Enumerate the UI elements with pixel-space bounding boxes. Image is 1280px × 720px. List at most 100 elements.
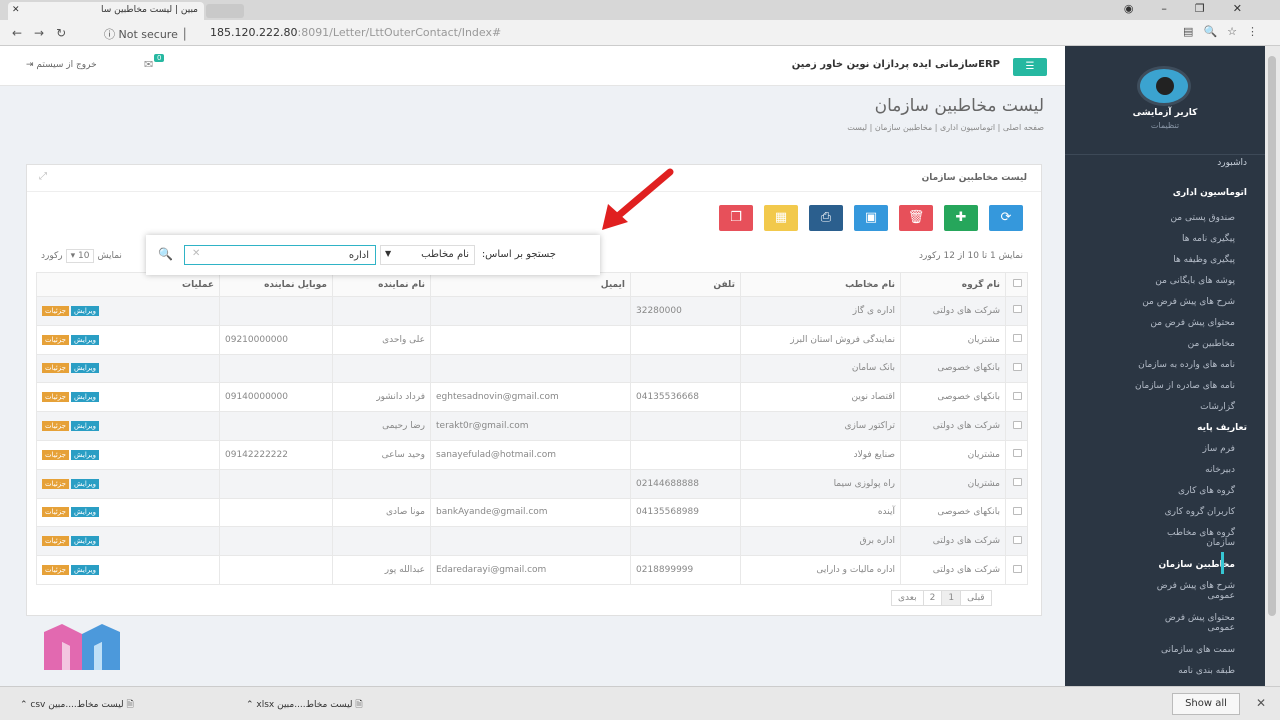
clear-search-icon[interactable]: ✕ (192, 248, 200, 259)
row-checkbox-cell[interactable] (1005, 439, 1028, 470)
sidebar-item-mailbox[interactable]: صندوق پستی من (1170, 213, 1235, 223)
col-rep-mobile[interactable]: موبایل نماینده (219, 272, 333, 297)
edit-button[interactable]: ویرایش (70, 334, 99, 345)
details-button[interactable]: جزئیات (42, 363, 69, 374)
sidebar-item-positions[interactable]: سمت های سازمانی (1161, 645, 1235, 655)
details-button[interactable]: جزئیات (42, 449, 69, 460)
user-avatar[interactable] (1137, 66, 1191, 106)
sidebar-item-default-desc[interactable]: شرح های پیش فرض من (1142, 297, 1235, 307)
sidebar-item-form-builder[interactable]: فرم ساز (1203, 444, 1235, 454)
edit-button[interactable]: ویرایش (70, 392, 99, 403)
sidebar-item-secretariat[interactable]: دبیرخانه (1205, 465, 1235, 475)
security-info[interactable]: ⓘ Not secure │ (104, 26, 188, 42)
sidebar-item-group-users[interactable]: کاربران گروه کاری (1165, 507, 1235, 517)
sidebar-item-public-desc[interactable]: شرح های پیش فرض عمومی (1145, 581, 1235, 601)
edit-button[interactable]: ویرایش (70, 421, 99, 432)
details-button[interactable]: جزئیات (42, 392, 69, 403)
table-row[interactable]: شرکت های دولتی اداره ی گاز 32280000 جزئیات و… (36, 296, 1028, 326)
add-button[interactable]: ✚ (944, 205, 978, 231)
row-checkbox[interactable] (1013, 334, 1022, 343)
table-row[interactable]: بانکهای خصوصی آینده 04135568989 bankAyande@… (36, 497, 1028, 528)
page-length[interactable]: نمایش10 ▾رکورد (41, 249, 122, 263)
copy-button[interactable]: ❐ (719, 205, 753, 231)
scrollbar-thumb[interactable] (1268, 56, 1276, 616)
col-email[interactable]: ایمیل (430, 272, 631, 297)
col-rep-name[interactable]: نام نماینده (332, 272, 431, 297)
col-phone[interactable]: تلفن (630, 272, 741, 297)
page-button-1[interactable]: 1 (941, 590, 962, 606)
table-row[interactable]: مشتریان صنایع فولاد sanayefulad@hotmail.co… (36, 439, 1028, 470)
download-item-csv[interactable]: 🗎 لیست مخاط....مبین csv ⌃ (20, 697, 134, 713)
prev-page-button[interactable]: قبلی (960, 590, 992, 606)
table-row[interactable]: شرکت های دولتی اداره برق جزئیات ویرایش (36, 526, 1028, 557)
row-checkbox-cell[interactable] (1005, 497, 1028, 528)
details-button[interactable]: جزئیات (42, 421, 69, 432)
table-row[interactable]: مشتریان راه پولوزی سیما 02144688888 جزئیات و… (36, 468, 1028, 499)
row-checkbox[interactable] (1013, 420, 1022, 429)
sidebar-item-base-defs[interactable]: تعاریف پایه (1197, 423, 1247, 433)
close-tab-icon[interactable]: ✕ (12, 5, 20, 15)
row-checkbox[interactable] (1013, 564, 1022, 573)
edit-button[interactable]: ویرایش (70, 305, 99, 316)
row-checkbox[interactable] (1013, 391, 1022, 400)
row-checkbox-cell[interactable] (1005, 468, 1028, 499)
menu-toggle-button[interactable]: ☰ (1013, 58, 1047, 76)
table-row[interactable]: مشتریان نمایندگی فروش استان البرز علی واحد… (36, 324, 1028, 355)
row-checkbox-cell[interactable] (1005, 411, 1028, 441)
edit-button[interactable]: ویرایش (70, 565, 99, 576)
row-checkbox-cell[interactable] (1005, 555, 1028, 585)
breadcrumb[interactable]: صفحه اصلی | اتوماسیون اداری | مخاطبین سا… (600, 123, 1044, 132)
details-button[interactable]: جزئیات (42, 565, 69, 576)
edit-button[interactable]: ویرایش (70, 478, 99, 489)
page-scrollbar[interactable] (1265, 46, 1280, 686)
sidebar-item-contact-groups[interactable]: گروه های مخاطب سازمان (1145, 528, 1235, 548)
row-checkbox-cell[interactable] (1005, 526, 1028, 557)
sidebar-item-public-content[interactable]: محتوای پیش فرض عمومی (1145, 613, 1235, 633)
nav-buttons[interactable]: ←→↻ (12, 26, 78, 40)
sidebar-item-letter-tracking[interactable]: پیگیری نامه ها (1182, 234, 1235, 244)
new-tab-button[interactable] (206, 4, 244, 18)
search-icon[interactable]: 🔍 (158, 247, 173, 261)
search-field-select[interactable]: نام مخاطب ▼ (380, 245, 475, 265)
refresh-button[interactable]: ⟳ (989, 205, 1023, 231)
details-button[interactable]: جزئیات (42, 334, 69, 345)
show-all-button[interactable]: Show all (1172, 693, 1240, 715)
table-row[interactable]: شرکت های دولتی اداره مالیات و دارایی 02188… (36, 555, 1028, 585)
edit-button[interactable]: ویرایش (70, 536, 99, 547)
row-checkbox[interactable] (1013, 362, 1022, 371)
row-checkbox[interactable] (1013, 506, 1022, 515)
browser-actions[interactable]: ▤🔍☆⋮ (1183, 25, 1268, 38)
row-checkbox[interactable] (1013, 535, 1022, 544)
length-select[interactable]: 10 ▾ (65, 249, 95, 263)
excel-button[interactable]: ▣ (854, 205, 888, 231)
table-row[interactable]: بانکهای خصوصی بانک سامان جزئیات ویرایش (36, 353, 1028, 384)
sidebar-item-task-tracking[interactable]: پیگیری وظیفه ها (1173, 255, 1235, 265)
user-settings-link[interactable]: تنظیمات (1065, 121, 1265, 130)
download-item-xlsx[interactable]: 🗎 لیست مخاط....مبین xlsx ⌃ (246, 697, 363, 713)
sidebar-item-automation[interactable]: اتوماسیون اداری (1173, 188, 1247, 198)
col-name[interactable]: نام مخاطب (740, 272, 901, 297)
sidebar-item-dashboard[interactable]: داشبورد (1217, 158, 1247, 168)
details-button[interactable]: جزئیات (42, 305, 69, 316)
row-checkbox-cell[interactable] (1005, 324, 1028, 355)
sidebar-item-default-content[interactable]: محتوای پیش فرض من (1150, 318, 1235, 328)
logout-link[interactable]: خروج از سیستم ⇥ (26, 60, 97, 70)
close-downloads-icon[interactable]: ✕ (1256, 696, 1266, 710)
next-page-button[interactable]: بعدی (891, 590, 924, 606)
sidebar-item-archive[interactable]: پوشه های بایگانی من (1155, 276, 1235, 286)
page-button-2[interactable]: 2 (922, 590, 943, 606)
details-button[interactable]: جزئیات (42, 507, 69, 518)
search-input[interactable] (184, 245, 376, 265)
url-field[interactable]: 185.120.222.80:8091/Letter/LttOuterConta… (210, 26, 501, 39)
delete-button[interactable]: 🗑 (899, 205, 933, 231)
details-button[interactable]: جزئیات (42, 536, 69, 547)
sidebar-item-classification[interactable]: طبقه بندی نامه (1178, 666, 1235, 676)
notification-icon[interactable]: ✉ 0 (144, 54, 165, 71)
row-checkbox-cell[interactable] (1005, 382, 1028, 413)
row-checkbox[interactable] (1013, 305, 1022, 314)
table-row[interactable]: بانکهای خصوصی اقتصاد نوین 04135536668 eghte… (36, 382, 1028, 413)
sidebar-item-work-groups[interactable]: گروه های کاری (1178, 486, 1235, 496)
row-checkbox-cell[interactable] (1005, 296, 1028, 326)
row-checkbox[interactable] (1013, 449, 1022, 458)
edit-button[interactable]: ویرایش (70, 363, 99, 374)
